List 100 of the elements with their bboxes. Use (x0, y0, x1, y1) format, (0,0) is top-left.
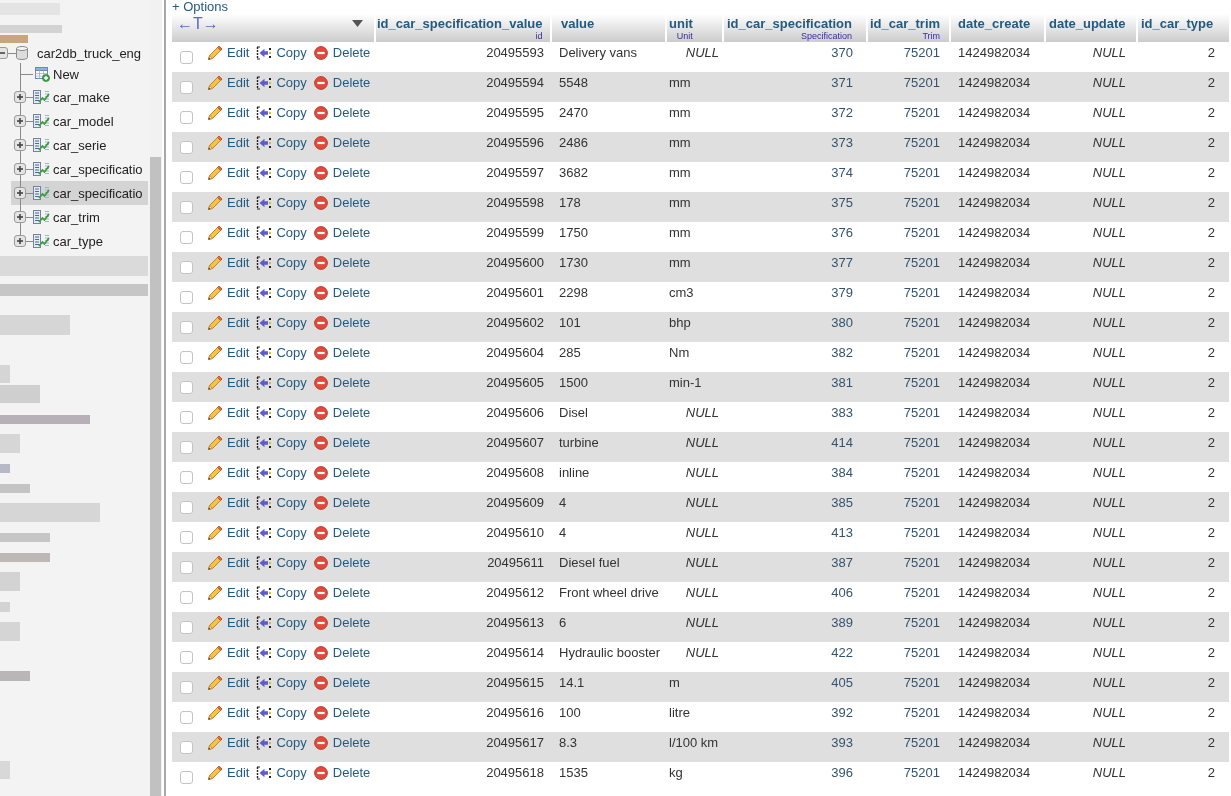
copy-link[interactable]: Copy (256, 105, 307, 121)
edit-link[interactable]: Edit (207, 705, 250, 721)
edit-link[interactable]: Edit (207, 645, 250, 661)
edit-link[interactable]: Edit (207, 195, 250, 211)
table-cell[interactable]: 380 (722, 312, 866, 342)
row-checkbox[interactable] (180, 771, 193, 784)
row-checkbox[interactable] (180, 351, 193, 364)
copy-link[interactable]: Copy (256, 615, 307, 631)
delete-link[interactable]: Delete (313, 195, 371, 211)
copy-link[interactable]: Copy (256, 135, 307, 151)
row-checkbox[interactable] (180, 621, 193, 634)
copy-link[interactable]: Copy (256, 345, 307, 361)
edit-link[interactable]: Edit (207, 105, 250, 121)
row-checkbox[interactable] (180, 651, 193, 664)
copy-link[interactable]: Copy (256, 375, 307, 391)
table-cell[interactable]: 389 (722, 612, 866, 642)
copy-link[interactable]: Copy (256, 465, 307, 481)
delete-link[interactable]: Delete (313, 315, 371, 331)
edit-link[interactable]: Edit (207, 405, 250, 421)
edit-link[interactable]: Edit (207, 675, 250, 691)
table-cell[interactable]: 75201 (866, 312, 949, 342)
column-name-link[interactable]: date_create (958, 16, 1031, 31)
copy-link[interactable]: Copy (256, 645, 307, 661)
edit-link[interactable]: Edit (207, 615, 250, 631)
table-cell[interactable]: 75201 (866, 72, 949, 102)
row-checkbox[interactable] (180, 741, 193, 754)
delete-link[interactable]: Delete (313, 135, 371, 151)
plus-icon[interactable] (14, 235, 26, 247)
tree-item[interactable]: car_model (11, 109, 148, 133)
tree-item[interactable]: car_type (11, 229, 148, 253)
edit-link[interactable]: Edit (207, 345, 250, 361)
copy-link[interactable]: Copy (256, 255, 307, 271)
delete-link[interactable]: Delete (313, 345, 371, 361)
copy-link[interactable]: Copy (256, 585, 307, 601)
tree-item[interactable]: car_specificatio (11, 181, 148, 205)
table-cell[interactable]: 75201 (866, 492, 949, 522)
column-name-link[interactable]: value (561, 16, 595, 31)
tree-item[interactable]: New (11, 63, 148, 85)
delete-link[interactable]: Delete (313, 645, 371, 661)
copy-link[interactable]: Copy (256, 165, 307, 181)
delete-link[interactable]: Delete (313, 285, 371, 301)
edit-link[interactable]: Edit (207, 75, 250, 91)
delete-link[interactable]: Delete (313, 165, 371, 181)
table-cell[interactable]: 75201 (866, 672, 949, 702)
row-checkbox[interactable] (180, 591, 193, 604)
row-checkbox[interactable] (180, 291, 193, 304)
delete-link[interactable]: Delete (313, 585, 371, 601)
delete-link[interactable]: Delete (313, 525, 371, 541)
copy-link[interactable]: Copy (256, 435, 307, 451)
caret-icon[interactable] (352, 20, 363, 27)
table-cell[interactable]: 375 (722, 192, 866, 222)
table-cell[interactable]: 75201 (866, 252, 949, 282)
table-cell[interactable]: 75201 (866, 732, 949, 762)
copy-link[interactable]: Copy (256, 765, 307, 781)
plus-icon[interactable] (14, 211, 26, 223)
edit-link[interactable]: Edit (207, 315, 250, 331)
tree-item[interactable]: car_serie (11, 133, 148, 157)
copy-link[interactable]: Copy (256, 735, 307, 751)
column-name-link[interactable]: id_car_specification (727, 16, 852, 31)
table-cell[interactable]: 75201 (866, 552, 949, 582)
row-checkbox[interactable] (180, 561, 193, 574)
plus-icon[interactable] (14, 187, 26, 199)
delete-link[interactable]: Delete (313, 765, 371, 781)
edit-link[interactable]: Edit (207, 255, 250, 271)
edit-link[interactable]: Edit (207, 735, 250, 751)
row-checkbox[interactable] (180, 501, 193, 514)
delete-link[interactable]: Delete (313, 105, 371, 121)
edit-link[interactable]: Edit (207, 285, 250, 301)
copy-link[interactable]: Copy (256, 45, 307, 61)
text-toggle-link[interactable]: ←T→ (177, 14, 219, 33)
row-checkbox[interactable] (180, 711, 193, 724)
edit-link[interactable]: Edit (207, 375, 250, 391)
table-cell[interactable]: 381 (722, 372, 866, 402)
delete-link[interactable]: Delete (313, 75, 371, 91)
row-checkbox[interactable] (180, 171, 193, 184)
column-name-link[interactable]: id_car_type (1141, 16, 1214, 31)
table-cell[interactable]: 75201 (866, 612, 949, 642)
plus-icon[interactable] (14, 139, 26, 151)
row-checkbox[interactable] (180, 321, 193, 334)
delete-link[interactable]: Delete (313, 225, 371, 241)
delete-link[interactable]: Delete (313, 615, 371, 631)
table-cell[interactable]: 75201 (866, 432, 949, 462)
edit-link[interactable]: Edit (207, 435, 250, 451)
edit-link[interactable]: Edit (207, 585, 250, 601)
row-checkbox[interactable] (180, 381, 193, 394)
row-checkbox[interactable] (180, 141, 193, 154)
column-name-link[interactable]: date_update (1049, 16, 1126, 31)
row-checkbox[interactable] (180, 531, 193, 544)
table-cell[interactable]: 377 (722, 252, 866, 282)
row-checkbox[interactable] (180, 51, 193, 64)
delete-link[interactable]: Delete (313, 45, 371, 61)
table-cell[interactable]: 393 (722, 732, 866, 762)
delete-link[interactable]: Delete (313, 375, 371, 391)
delete-link[interactable]: Delete (313, 675, 371, 691)
copy-link[interactable]: Copy (256, 405, 307, 421)
column-name-link[interactable]: unit (669, 16, 693, 31)
options-link[interactable]: + Options (172, 0, 228, 14)
copy-link[interactable]: Copy (256, 495, 307, 511)
row-checkbox[interactable] (180, 81, 193, 94)
copy-link[interactable]: Copy (256, 675, 307, 691)
